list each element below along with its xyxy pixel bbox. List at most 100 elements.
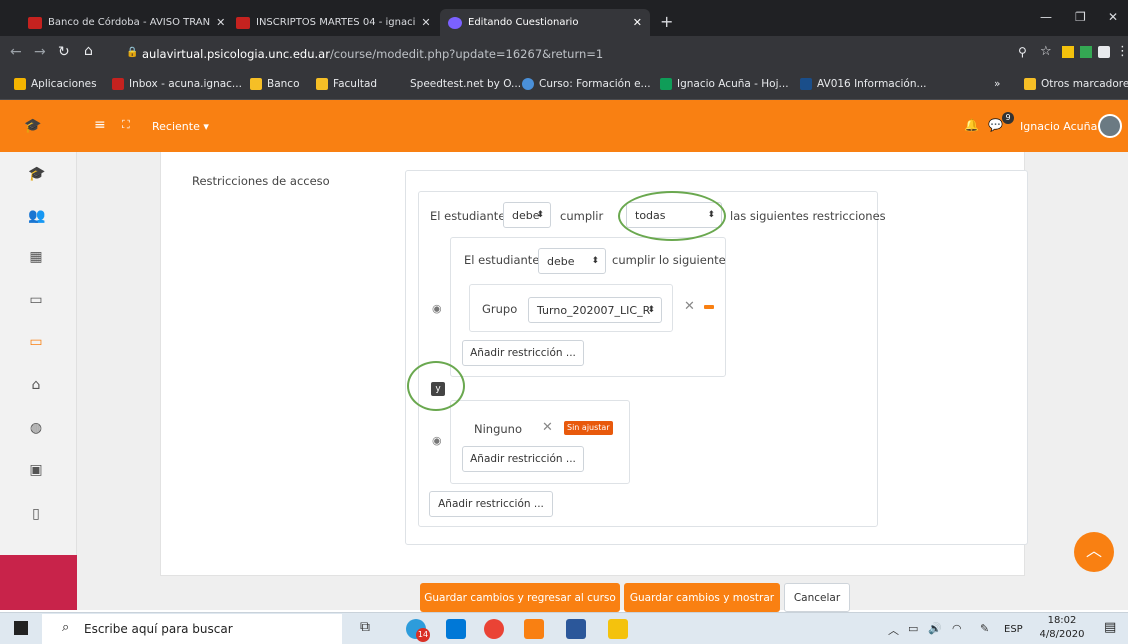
folder-icon bbox=[316, 78, 328, 90]
word-icon[interactable] bbox=[566, 619, 586, 639]
avatar[interactable] bbox=[1098, 114, 1122, 138]
calendar-icon[interactable]: ▣ bbox=[28, 462, 44, 478]
folder-icon bbox=[250, 78, 262, 90]
search-icon: ⌕ bbox=[62, 620, 70, 635]
language-indicator[interactable]: ESP bbox=[1004, 624, 1023, 635]
bookmark-hoja[interactable]: Ignacio Acuña - Hoj... bbox=[660, 78, 789, 90]
browser-tab-banco[interactable]: Banco de Córdoba - AVISO TRAN ✕ bbox=[20, 9, 226, 36]
task-view-icon[interactable]: ⧉ bbox=[360, 619, 370, 635]
sheets-icon bbox=[660, 78, 672, 90]
highlight-circle-todas bbox=[618, 191, 726, 241]
battery-icon[interactable]: ▭ bbox=[908, 622, 918, 635]
moodle-app-icon[interactable] bbox=[524, 619, 544, 639]
wifi-icon[interactable]: ◠ bbox=[952, 622, 962, 635]
messages-icon[interactable]: 💬 bbox=[988, 118, 1003, 132]
forward-icon[interactable]: → bbox=[34, 44, 46, 60]
group-label: Grupo bbox=[482, 302, 518, 316]
bookmark-facultad[interactable]: Facultad bbox=[316, 78, 377, 90]
new-tab-icon[interactable]: + bbox=[660, 12, 673, 31]
none-label: Ninguno bbox=[474, 422, 522, 436]
zoom-icon[interactable]: ⚲ bbox=[1018, 45, 1027, 59]
menu-dots-icon[interactable]: ⋮ bbox=[1116, 44, 1128, 59]
folder-active-icon[interactable]: ▭ bbox=[28, 334, 44, 350]
tray-chevron-icon[interactable]: ︿ bbox=[888, 622, 899, 638]
close-icon[interactable]: ✕ bbox=[421, 16, 430, 29]
course-icon bbox=[522, 78, 534, 90]
close-icon[interactable]: ✕ bbox=[633, 16, 642, 29]
volume-icon[interactable]: 🔊 bbox=[928, 622, 942, 635]
more-bookmarks[interactable]: » bbox=[994, 78, 1000, 90]
recent-menu[interactable]: Reciente ▾ bbox=[152, 120, 209, 133]
save-show-button[interactable]: Guardar cambios y mostrar bbox=[624, 583, 780, 612]
add-restriction-inner-button[interactable]: Añadir restricción ... bbox=[462, 340, 584, 366]
user-name[interactable]: Ignacio Acuña bbox=[1020, 120, 1097, 133]
bookmark-banco[interactable]: Banco bbox=[250, 78, 300, 90]
row1-prefix: El estudiante bbox=[430, 209, 506, 223]
group-select[interactable]: Turno_202007_LIC_R ⬍ bbox=[528, 297, 662, 323]
notification-badge: 14 bbox=[416, 628, 430, 642]
notifications-icon[interactable]: ▤ bbox=[1104, 620, 1116, 635]
clock-time[interactable]: 18:02 bbox=[1040, 615, 1084, 626]
dashboard-icon[interactable]: ◍ bbox=[28, 420, 44, 436]
eye-icon[interactable]: ◉ bbox=[432, 434, 442, 447]
back-icon[interactable]: ← bbox=[10, 44, 22, 60]
eye-icon[interactable]: ◉ bbox=[432, 302, 442, 315]
row1-suffix: las siguientes restricciones bbox=[730, 209, 886, 223]
minus-icon[interactable] bbox=[704, 305, 714, 309]
section-label: Restricciones de acceso bbox=[192, 174, 330, 188]
folder-icon[interactable]: ▭ bbox=[28, 292, 44, 308]
add-restriction-second-button[interactable]: Añadir restricción ... bbox=[462, 446, 584, 472]
bookmark-speedtest[interactable]: Speedtest.net by O... bbox=[410, 78, 521, 90]
hamburger-icon[interactable]: ≡ bbox=[94, 117, 106, 133]
bookmark-av016[interactable]: AV016 Información... bbox=[800, 78, 927, 90]
clock-date[interactable]: 4/8/2020 bbox=[1038, 629, 1086, 640]
bookmark-inbox[interactable]: Inbox - acuna.ignac... bbox=[112, 78, 242, 90]
taskbar-search[interactable]: ⌕ Escribe aquí para buscar bbox=[42, 614, 342, 644]
mortarboard-icon[interactable]: 🎓 bbox=[28, 166, 45, 182]
cancel-button[interactable]: Cancelar bbox=[784, 583, 850, 612]
add-restriction-outer-button[interactable]: Añadir restricción ... bbox=[429, 491, 553, 517]
browser-tab-editando[interactable]: Editando Cuestionario ✕ bbox=[440, 9, 650, 36]
delete-icon[interactable]: ✕ bbox=[542, 420, 553, 435]
pen-icon[interactable]: ✎ bbox=[980, 622, 989, 635]
sticky-notes-icon[interactable] bbox=[608, 619, 628, 639]
grades-table-icon[interactable]: ▦ bbox=[28, 249, 44, 265]
mortarboard-icon[interactable]: 🎓 bbox=[24, 118, 41, 134]
other-bookmarks[interactable]: Otros marcadores bbox=[1024, 78, 1128, 90]
select-arrow-icon: ⬍ bbox=[647, 305, 655, 315]
participants-icon[interactable]: 👥 bbox=[28, 208, 45, 224]
delete-icon[interactable]: ✕ bbox=[684, 299, 695, 314]
lock-icon: 🔒 bbox=[126, 47, 139, 58]
bell-icon[interactable]: 🔔 bbox=[964, 118, 979, 132]
minimize-icon[interactable]: — bbox=[1040, 10, 1052, 24]
close-icon[interactable]: ✕ bbox=[216, 16, 225, 29]
must-select[interactable]: debe ⬍ bbox=[503, 202, 551, 228]
windows-start-icon[interactable] bbox=[14, 621, 28, 635]
file-icon[interactable]: ▯ bbox=[28, 506, 44, 522]
extension-icon[interactable] bbox=[1062, 46, 1074, 58]
select-arrow-icon: ⬍ bbox=[591, 256, 599, 266]
chrome-icon[interactable] bbox=[484, 619, 504, 639]
unset-badge: Sin ajustar bbox=[564, 421, 613, 435]
unc-icon bbox=[800, 78, 812, 90]
home-icon[interactable]: ⌂ bbox=[84, 43, 93, 59]
scroll-top-button[interactable]: ︿ bbox=[1074, 532, 1114, 572]
bookmark-star-icon[interactable]: ☆ bbox=[1040, 44, 1052, 59]
window-close-icon[interactable]: ✕ bbox=[1108, 10, 1118, 24]
folder-icon bbox=[1024, 78, 1036, 90]
extension-icon[interactable] bbox=[1080, 46, 1092, 58]
address-bar[interactable]: 🔒 aulavirtual.psicologia.unc.edu.ar/cour… bbox=[118, 41, 1008, 66]
must-select-inner[interactable]: debe ⬍ bbox=[538, 248, 606, 274]
puzzle-icon[interactable] bbox=[1098, 46, 1110, 58]
bookmark-aplicaciones[interactable]: Aplicaciones bbox=[14, 78, 97, 90]
bookmark-curso[interactable]: Curso: Formación e... bbox=[522, 78, 651, 90]
home-icon[interactable]: ⌂ bbox=[28, 377, 44, 393]
restore-icon[interactable]: ❐ bbox=[1075, 10, 1086, 24]
reload-icon[interactable]: ↻ bbox=[58, 44, 70, 60]
save-return-button[interactable]: Guardar cambios y regresar al curso bbox=[420, 583, 620, 612]
gmail-icon bbox=[236, 16, 250, 29]
browser-tab-inscriptos[interactable]: INSCRIPTOS MARTES 04 - ignaci ✕ bbox=[228, 9, 438, 36]
file-explorer-icon[interactable] bbox=[446, 619, 466, 639]
select-arrow-icon: ⬍ bbox=[536, 210, 544, 220]
fullscreen-icon[interactable]: ⛶ bbox=[122, 118, 130, 132]
